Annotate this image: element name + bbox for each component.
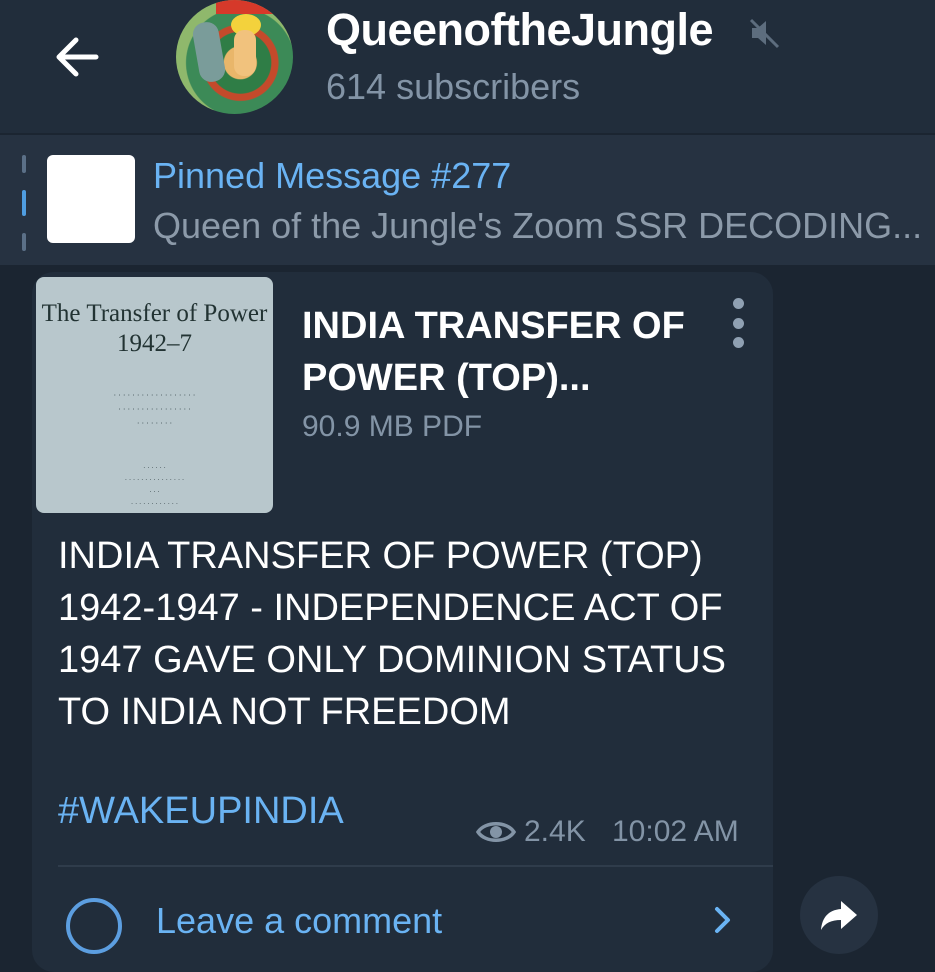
leave-comment-link[interactable]: Leave a comment	[156, 900, 442, 942]
arrow-left-icon	[56, 37, 99, 77]
message-caption: INDIA TRANSFER OF POWER (TOP) 1942-1947 …	[58, 535, 726, 733]
divider	[58, 865, 773, 867]
comment-icon[interactable]	[66, 898, 122, 954]
document-size: 90.9 MB PDF	[302, 410, 483, 443]
pinned-position-indicator	[22, 155, 26, 251]
views-count: 2.4K	[524, 815, 586, 848]
pinned-preview: Queen of the Jungle's Zoom SSR DECODING.…	[153, 205, 923, 246]
channel-header: QueenoftheJungle 614 subscribers	[0, 0, 935, 133]
eye-icon	[476, 822, 516, 842]
hashtag-link[interactable]: #WAKEUPINDIA	[58, 790, 344, 833]
share-button[interactable]	[800, 876, 878, 954]
back-button[interactable]	[48, 28, 106, 86]
thumbnail-title: The Transfer of Power 1942–7	[41, 300, 268, 357]
message-time: 10:02 AM	[612, 815, 739, 848]
pinned-title: Pinned Message #277	[153, 155, 512, 196]
channel-title[interactable]: QueenoftheJungle	[326, 4, 714, 56]
thumbnail-body-text: · · · · · · · · · · · · · · · · · · · · ·…	[113, 391, 196, 428]
speaker-muted-icon	[749, 18, 780, 49]
pinned-thumbnail	[47, 155, 135, 243]
subscriber-count: 614 subscribers	[326, 66, 581, 107]
chevron-right-icon[interactable]	[708, 906, 736, 934]
view-count: 2.4K	[476, 815, 586, 849]
document-title[interactable]: INDIA TRANSFER OF POWER (TOP)...	[302, 300, 712, 404]
more-options-button[interactable]	[726, 298, 750, 348]
channel-avatar[interactable]	[176, 0, 293, 114]
document-thumbnail[interactable]: The Transfer of Power 1942–7 · · · · · ·…	[36, 277, 273, 513]
thumbnail-footer-text: · · · · · · · · · · · · · · · · · · · · ·…	[124, 464, 185, 508]
pinned-message-bar[interactable]: Pinned Message #277 Queen of the Jungle'…	[0, 135, 935, 265]
share-arrow-icon	[821, 901, 857, 930]
